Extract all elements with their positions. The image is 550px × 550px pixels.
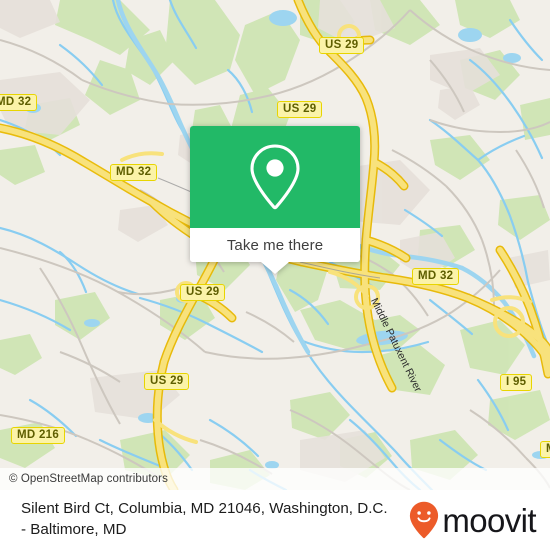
take-me-there-label: Take me there bbox=[226, 236, 324, 254]
shield-md32-left: MD 32 bbox=[110, 164, 158, 181]
shield-md32-right: MD 32 bbox=[412, 268, 460, 285]
address-line-1: Silent Bird Ct, Columbia, MD 21046, Wash… bbox=[21, 500, 388, 518]
moovit-brand[interactable]: moovit bbox=[409, 501, 537, 539]
osm-attribution-text[interactable]: © OpenStreetMap contributors bbox=[0, 473, 168, 485]
map-popup-card[interactable]: Take me there bbox=[190, 126, 360, 274]
shield-md216-bottom: MD 216 bbox=[11, 427, 66, 444]
shield-us29-lower: US 29 bbox=[144, 373, 190, 390]
popup-card-body: Take me there bbox=[190, 126, 360, 262]
footer-bar: Silent Bird Ct, Columbia, MD 21046, Wash… bbox=[0, 490, 550, 550]
map-attribution-bar: © OpenStreetMap contributors bbox=[0, 468, 550, 490]
shield-us29-upper: US 29 bbox=[277, 101, 323, 118]
moovit-wordmark: moovit bbox=[442, 501, 536, 539]
shield-us29-mid: US 29 bbox=[180, 284, 226, 301]
screenshot-root: MD 32 US 29 US 29 MD 32 US 29 MD 32 I 95… bbox=[0, 0, 550, 550]
shield-md32-topleft: MD 32 bbox=[0, 94, 38, 111]
address-block: Silent Bird Ct, Columbia, MD 21046, Wash… bbox=[0, 499, 392, 541]
popup-pointer-tail bbox=[261, 262, 289, 274]
map-pin-icon bbox=[250, 144, 300, 210]
shield-i95-right: I 95 bbox=[500, 374, 533, 391]
address-line-2: - Baltimore, MD bbox=[21, 521, 127, 538]
moovit-pin-smiley-icon bbox=[410, 501, 439, 539]
popup-action-label-area[interactable]: Take me there bbox=[190, 228, 360, 262]
shield-us29-top: US 29 bbox=[319, 37, 365, 54]
popup-image-area bbox=[190, 126, 360, 228]
shield-md-edge-right: M bbox=[540, 441, 550, 458]
